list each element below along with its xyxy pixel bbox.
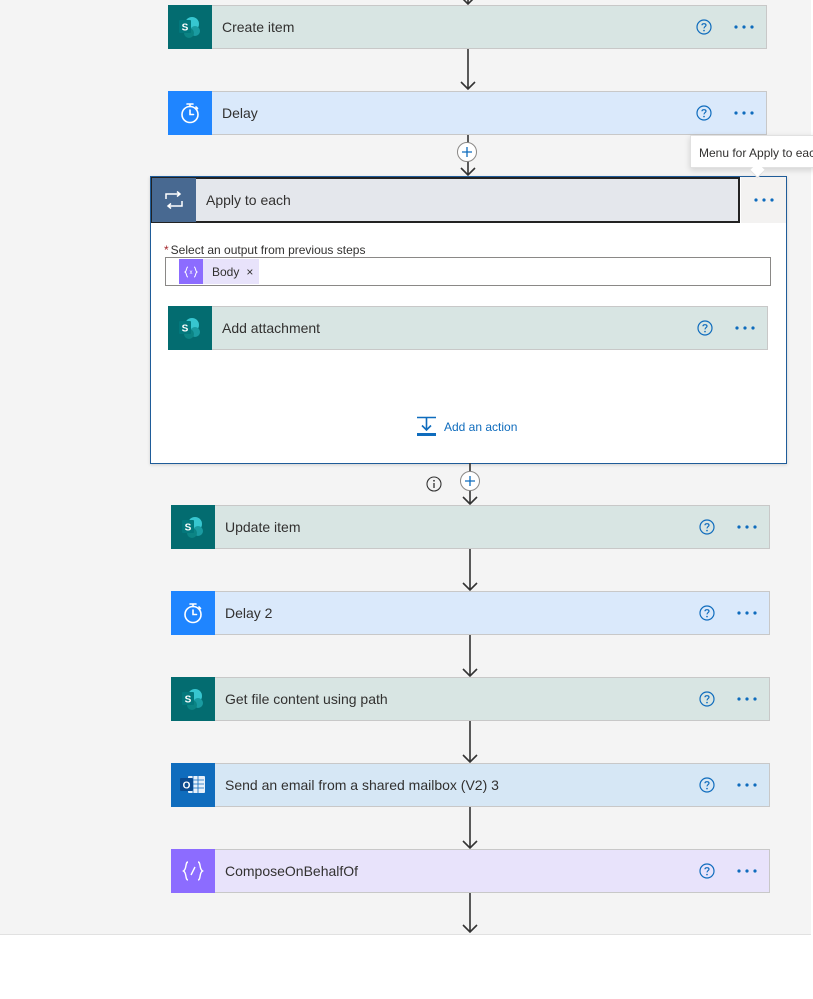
help-icon[interactable]	[697, 320, 713, 336]
add-action-icon	[417, 416, 436, 436]
connector-arrow	[462, 893, 478, 934]
select-output-field[interactable]: x Body ×	[165, 257, 771, 286]
menu-tooltip: Menu for Apply to each	[690, 135, 813, 168]
help-icon[interactable]	[696, 105, 712, 121]
help-icon[interactable]	[699, 777, 715, 793]
select-output-label-text: Select an output from previous steps	[170, 243, 366, 257]
action-card-create-item[interactable]: S Create item	[168, 4, 767, 49]
sharepoint-icon: S	[168, 4, 212, 49]
action-card-get-file-content[interactable]: S Get file content using path	[171, 676, 770, 721]
select-output-label: * Select an output from previous steps	[164, 243, 365, 257]
action-title: ComposeOnBehalfOf	[225, 863, 359, 879]
info-icon[interactable]	[426, 476, 442, 492]
action-card-delay[interactable]: Delay	[168, 90, 767, 135]
action-card-delay-2[interactable]: Delay 2	[171, 590, 770, 635]
more-options-icon[interactable]	[733, 318, 757, 338]
required-marker: *	[164, 243, 169, 257]
canvas-bottom-edge	[0, 934, 811, 935]
action-title: Delay	[222, 105, 258, 121]
expression-icon: x	[179, 259, 203, 284]
svg-text:S: S	[185, 694, 192, 705]
insert-step-button[interactable]	[457, 142, 477, 162]
action-card-compose[interactable]: ComposeOnBehalfOf	[171, 848, 770, 893]
action-title: Create item	[222, 19, 295, 35]
action-title: Get file content using path	[225, 691, 388, 707]
more-options-icon[interactable]	[735, 775, 759, 795]
action-title: Add attachment	[222, 320, 321, 336]
svg-text:O: O	[183, 780, 191, 791]
action-card-send-email[interactable]: O Send an email from a shared mailbox (V…	[171, 762, 770, 807]
outlook-icon: O	[171, 762, 215, 807]
help-icon[interactable]	[699, 691, 715, 707]
insert-step-button[interactable]	[460, 471, 480, 491]
connector-arrow	[462, 635, 478, 678]
sharepoint-icon: S	[171, 504, 215, 549]
add-an-action-label: Add an action	[444, 419, 518, 434]
timer-icon	[168, 90, 212, 135]
data-operation-icon	[171, 848, 215, 893]
apply-to-each-title: Apply to each	[206, 192, 291, 208]
more-options-icon[interactable]	[735, 689, 759, 709]
more-options-icon[interactable]	[735, 861, 759, 881]
connector-arrow	[462, 807, 478, 850]
more-options-icon[interactable]	[732, 103, 756, 123]
action-title: Send an email from a shared mailbox (V2)…	[225, 777, 499, 793]
apply-to-each-menu-button[interactable]	[741, 177, 786, 223]
connector-arrow	[462, 549, 478, 592]
apply-to-each-header[interactable]: Apply to each	[151, 177, 740, 223]
action-card-add-attachment[interactable]: S Add attachment	[168, 305, 768, 350]
token-label: Body	[212, 264, 240, 279]
more-options-icon[interactable]	[735, 603, 759, 623]
sharepoint-icon: S	[171, 676, 215, 721]
more-options-icon[interactable]	[735, 517, 759, 537]
svg-text:S: S	[182, 323, 189, 334]
apply-to-each-container: Apply to each * Select an output from pre…	[150, 176, 787, 464]
svg-text:S: S	[185, 522, 192, 533]
action-title: Update item	[225, 519, 301, 535]
timer-icon	[171, 590, 215, 635]
flow-canvas: S Create item Delay Apply to each * Sele…	[0, 0, 813, 934]
token-remove-button[interactable]: ×	[246, 265, 253, 279]
svg-text:x: x	[190, 270, 193, 276]
action-title: Delay 2	[225, 605, 273, 621]
help-icon[interactable]	[699, 863, 715, 879]
action-card-update-item[interactable]: S Update item	[171, 504, 770, 549]
help-icon[interactable]	[699, 605, 715, 621]
svg-text:S: S	[182, 22, 189, 33]
connector-arrow	[462, 721, 478, 764]
sharepoint-icon: S	[168, 305, 212, 350]
help-icon[interactable]	[696, 19, 712, 35]
body-token[interactable]: x Body ×	[179, 259, 260, 284]
loop-icon	[152, 178, 196, 222]
more-options-icon[interactable]	[732, 17, 756, 37]
add-an-action-button[interactable]: Add an action	[416, 416, 517, 437]
help-icon[interactable]	[699, 519, 715, 535]
connector-arrow	[460, 49, 476, 91]
